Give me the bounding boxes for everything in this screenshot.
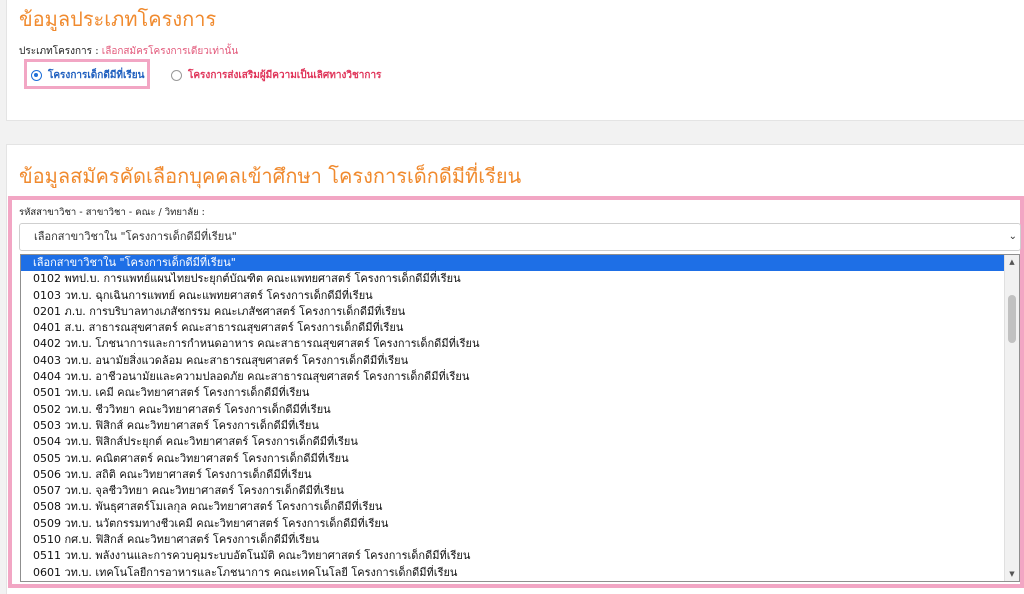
dropdown-option[interactable]: 0102 พทป.บ. การแพทย์แผนไทยประยุกต์บัณฑิต… bbox=[21, 271, 1005, 287]
dropdown-option[interactable]: 0201 ภ.บ. การบริบาลทางเภสัชกรรม คณะเภสัช… bbox=[21, 304, 1005, 320]
project-type-hint: เลือกสมัครโครงการเดียวเท่านั้น bbox=[101, 46, 239, 57]
scroll-up-arrow-icon[interactable]: ▲ bbox=[1005, 255, 1019, 269]
major-select[interactable]: เลือกสาขาวิชาใน "โครงการเด็กดีมีที่เรียน… bbox=[19, 223, 1021, 251]
dropdown-option[interactable]: 0507 วท.บ. จุลชีววิทยา คณะวิทยาศาสตร์ โค… bbox=[21, 483, 1005, 499]
dropdown-option[interactable]: 0505 วท.บ. คณิตศาสตร์ คณะวิทยาศาสตร์ โคร… bbox=[21, 451, 1005, 467]
chevron-down-icon: ⌄ bbox=[1008, 231, 1017, 242]
dropdown-option[interactable]: 0103 วท.บ. ฉุกเฉินการแพทย์ คณะแพทยศาสตร์… bbox=[21, 288, 1005, 304]
radio-checked-icon bbox=[31, 70, 42, 81]
scrollbar-thumb[interactable] bbox=[1008, 295, 1016, 343]
dropdown-option[interactable]: 0502 วท.บ. ชีววิทยา คณะวิทยาศาสตร์ โครงก… bbox=[21, 402, 1005, 418]
dropdown-scrollbar[interactable]: ▲ ▼ bbox=[1004, 255, 1019, 581]
project-type-label: ประเภทโครงการ : เลือกสมัครโครงการเดียวเท… bbox=[19, 46, 239, 57]
dropdown-option[interactable]: 0508 วท.บ. พันธุศาสตร์โมเลกุล คณะวิทยาศา… bbox=[21, 499, 1005, 515]
dropdown-option[interactable]: 0511 วท.บ. พลังงานและการควบคุมระบบอัตโนม… bbox=[21, 548, 1005, 564]
dropdown-option[interactable]: 0503 วท.บ. ฟิสิกส์ คณะวิทยาศาสตร์ โครงกา… bbox=[21, 418, 1005, 434]
application-title: ข้อมูลสมัครคัดเลือกบุคคลเข้าศึกษา โครงกา… bbox=[19, 164, 522, 188]
radio-academic-excellence-project[interactable]: โครงการส่งเสริมผู้มีความเป็นเลิศทางวิชาก… bbox=[171, 68, 381, 83]
dropdown-option[interactable]: 0403 วท.บ. อนามัยสิ่งแวดล้อม คณะสาธารณสุ… bbox=[21, 353, 1005, 369]
dropdown-option[interactable]: 0510 กศ.บ. ฟิสิกส์ คณะวิทยาศาสตร์ โครงกา… bbox=[21, 532, 1005, 548]
project-type-title: ข้อมูลประเภทโครงการ bbox=[19, 7, 217, 31]
radio-unchecked-icon bbox=[171, 70, 182, 81]
radio-good-student-project[interactable]: โครงการเด็กดีมีที่เรียน bbox=[31, 68, 144, 83]
dropdown-option[interactable]: 0504 วท.บ. ฟิสิกส์ประยุกต์ คณะวิทยาศาสตร… bbox=[21, 434, 1005, 450]
major-options: เลือกสาขาวิชาใน "โครงการเด็กดีมีที่เรียน… bbox=[21, 255, 1005, 581]
dropdown-option-selected[interactable]: เลือกสาขาวิชาใน "โครงการเด็กดีมีที่เรียน… bbox=[21, 255, 1005, 272]
dropdown-option[interactable]: 0402 วท.บ. โภชนาการและการกำหนดอาหาร คณะส… bbox=[21, 336, 1005, 352]
dropdown-option[interactable]: 0506 วท.บ. สถิติ คณะวิทยาศาสตร์ โครงการเ… bbox=[21, 467, 1005, 483]
dropdown-option[interactable]: 0501 วท.บ. เคมี คณะวิทยาศาสตร์ โครงการเด… bbox=[21, 385, 1005, 401]
major-field-label: รหัสสาขาวิชา - สาขาวิชา - คณะ / วิทยาลัย… bbox=[19, 207, 205, 218]
dropdown-option[interactable]: 0509 วท.บ. นวัตกรรมทางชีวเคมี คณะวิทยาศา… bbox=[21, 516, 1005, 532]
dropdown-option[interactable]: 0601 วท.บ. เทคโนโลยีการอาหารและโภชนาการ … bbox=[21, 565, 1005, 581]
dropdown-option[interactable]: 0401 ส.บ. สาธารณสุขศาสตร์ คณะสาธารณสุขศา… bbox=[21, 320, 1005, 336]
major-dropdown-list[interactable]: เลือกสาขาวิชาใน "โครงการเด็กดีมีที่เรียน… bbox=[20, 254, 1020, 582]
scroll-down-arrow-icon[interactable]: ▼ bbox=[1005, 567, 1019, 581]
dropdown-option[interactable]: 0404 วท.บ. อาชีวอนามัยและความปลอดภัย คณะ… bbox=[21, 369, 1005, 385]
project-type-card: ข้อมูลประเภทโครงการ ประเภทโครงการ : เลือ… bbox=[6, 0, 1024, 121]
major-select-value: เลือกสาขาวิชาใน "โครงการเด็กดีมีที่เรียน… bbox=[34, 230, 237, 243]
